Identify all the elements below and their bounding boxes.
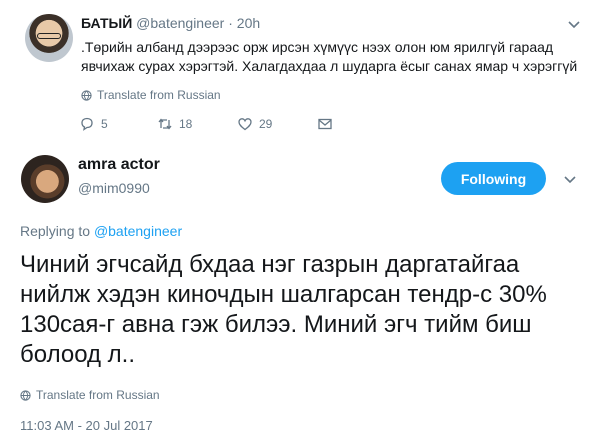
chevron-down-icon[interactable] [563, 172, 577, 186]
reply-button[interactable]: 5 [79, 116, 108, 132]
translate-link[interactable]: Translate from Russian [20, 388, 160, 402]
globe-icon [20, 389, 31, 401]
globe-icon [81, 89, 92, 101]
reply-count: 5 [101, 117, 108, 131]
replying-to: Replying to @batengineer [20, 223, 182, 239]
tweet-actions: 5 18 29 [79, 116, 379, 134]
retweet-icon [158, 118, 172, 130]
tweet-text: .Төрийн албанд дээрээс орж ирсэн хүмүүс … [81, 39, 578, 74]
retweet-count: 18 [179, 117, 193, 131]
translate-link[interactable]: Translate from Russian [81, 88, 221, 102]
direct-message-icon [318, 118, 332, 130]
chevron-down-icon[interactable] [567, 17, 581, 31]
tweet-timestamp[interactable]: 11:03 AM - 20 Jul 2017 [20, 418, 153, 433]
tweet-time[interactable]: 20h [237, 15, 260, 31]
author-name[interactable]: БАТЫЙ [81, 15, 132, 31]
like-count: 29 [259, 117, 273, 131]
replying-prefix: Replying to [20, 223, 94, 239]
parent-tweet-header: БАТЫЙ @batengineer · 20h [81, 15, 260, 31]
avatar[interactable] [21, 155, 69, 203]
avatar[interactable] [25, 14, 73, 62]
following-button[interactable]: Following [441, 162, 546, 195]
reply-icon [81, 117, 93, 131]
tweet-text: Чиний эгчсайд бхдаа нэг газрын даргатайг… [20, 251, 547, 368]
translate-label[interactable]: Translate from Russian [36, 388, 160, 402]
author-handle[interactable]: @mim0990 [78, 180, 150, 196]
author-name[interactable]: amra actor [78, 156, 160, 174]
direct-message-button[interactable] [317, 116, 333, 132]
separator: · [224, 15, 237, 31]
translate-label[interactable]: Translate from Russian [97, 88, 221, 102]
author-handle[interactable]: @batengineer [136, 15, 224, 31]
like-button[interactable]: 29 [237, 116, 272, 132]
retweet-button[interactable]: 18 [157, 116, 192, 132]
parent-tweet: БАТЫЙ @batengineer · 20h .Төрийн албанд … [0, 0, 605, 145]
mention-link[interactable]: @batengineer [94, 223, 182, 239]
like-icon [238, 118, 252, 131]
